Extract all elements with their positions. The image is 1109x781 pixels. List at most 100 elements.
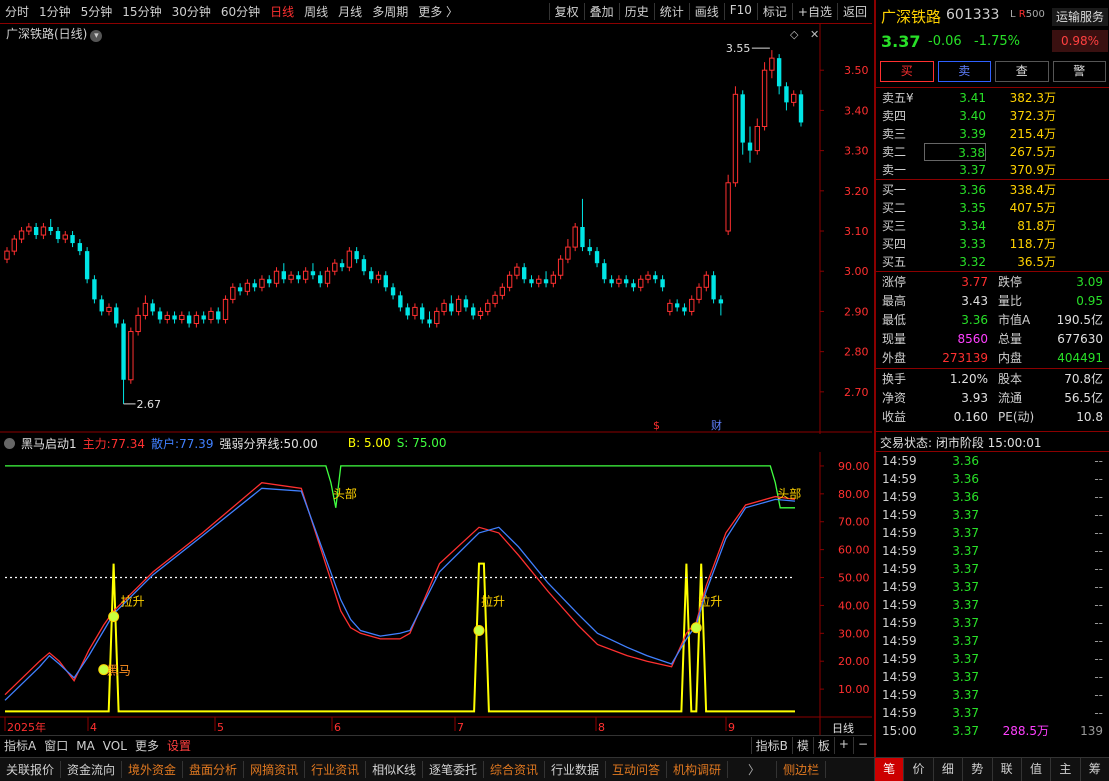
indicator-tick-label: 40.00: [838, 599, 870, 612]
more-tab[interactable]: 更多: [131, 737, 163, 754]
zoom-in-button[interactable]: +: [833, 737, 853, 754]
period-5[interactable]: 30分钟: [167, 3, 216, 20]
status-item-orders[interactable]: 逐笔委托: [423, 761, 484, 778]
period-weekly[interactable]: 周线: [299, 3, 333, 20]
candle-body-down: [543, 279, 549, 284]
zoom-out-button[interactable]: −: [852, 737, 872, 754]
tab-ticks[interactable]: 笔: [874, 758, 904, 781]
buy-orders: 买一 3.36 338.4万 买二 3.35 407.5万 买三 3.34 81.8万 买四…: [876, 181, 1109, 271]
status-item-news[interactable]: 综合资讯: [484, 761, 545, 778]
order-row[interactable]: 卖五¥ 3.41 382.3万: [876, 89, 1109, 107]
period-4[interactable]: 15分钟: [117, 3, 166, 20]
ma-tab[interactable]: MA: [72, 739, 99, 753]
order-row[interactable]: 买四 3.33 118.7万: [876, 235, 1109, 253]
status-item-industry[interactable]: 行业资讯: [305, 761, 367, 778]
series-line-b-signal: [5, 562, 795, 713]
indicator-menu-icon[interactable]: [4, 437, 15, 449]
sector-button[interactable]: 运输服务: [1052, 8, 1108, 26]
retail-value: 77.39: [179, 436, 214, 451]
indicator-chart[interactable]: 90.00 80.00 70.00 60.00 50.00 40.00 30.00 20.00…: [0, 452, 872, 735]
tick-price: 3.37: [952, 580, 979, 594]
tick-count: --: [1094, 526, 1103, 540]
tick-count: --: [1094, 580, 1103, 594]
status-item-quote[interactable]: 关联报价: [0, 761, 62, 778]
buy-button[interactable]: 买: [880, 61, 934, 82]
query-button[interactable]: 查: [995, 61, 1049, 82]
order-row[interactable]: 卖二 3.38 267.5万: [876, 143, 1109, 161]
period-3[interactable]: 5分钟: [76, 3, 118, 20]
history-button[interactable]: 历史: [618, 3, 654, 20]
candle-body-down: [121, 323, 126, 380]
stats-button[interactable]: 统计: [653, 3, 689, 20]
order-row[interactable]: 卖三 3.39 215.4万: [876, 125, 1109, 143]
f10-button[interactable]: F10: [723, 3, 757, 20]
tab-chips[interactable]: 筹: [1079, 758, 1109, 781]
tab-main[interactable]: 主: [1050, 758, 1079, 781]
candle-body-down: [369, 271, 374, 280]
tab-trend[interactable]: 势: [962, 758, 991, 781]
adjust-button[interactable]: 复权: [548, 3, 584, 20]
alert-button[interactable]: 警: [1052, 61, 1106, 82]
order-row[interactable]: 买五 3.32 36.5万: [876, 253, 1109, 271]
status-item-research[interactable]: 机构调研: [667, 761, 729, 778]
draw-button[interactable]: 画线: [688, 3, 724, 20]
candle-body-up: [557, 258, 564, 276]
back-button[interactable]: 返回: [836, 3, 872, 20]
tick-list[interactable]: 14:59 3.36 -- 14:59 3.36 -- 14:59 3.36 -- 14:59 3.…: [876, 452, 1109, 740]
sidebar-button[interactable]: 侧边栏: [776, 761, 827, 778]
settings-tab[interactable]: 设置: [163, 737, 195, 754]
template-tab[interactable]: 模: [791, 737, 813, 754]
period-more[interactable]: 更多 〉: [413, 3, 463, 20]
status-item-qa[interactable]: 互动问答: [606, 761, 668, 778]
window-tab[interactable]: 窗口: [40, 737, 72, 754]
period-6[interactable]: 60分钟: [216, 3, 265, 20]
stat-value: 70.8亿: [1064, 372, 1103, 386]
candle-body-up: [667, 302, 673, 312]
period-daily[interactable]: 日线: [265, 3, 299, 20]
status-item-foreign[interactable]: 境外资金: [122, 761, 184, 778]
order-row[interactable]: 买三 3.34 81.8万: [876, 217, 1109, 235]
candle-body-down: [653, 275, 658, 280]
indicator-name[interactable]: 黑马启动1: [21, 435, 77, 452]
s-value: 75.00: [412, 436, 447, 450]
status-item-industry-data[interactable]: 行业数据: [545, 761, 607, 778]
status-item-similar-k[interactable]: 相似K线: [366, 761, 423, 778]
period-multi[interactable]: 多周期: [367, 3, 413, 20]
chevron-right-icon[interactable]: 〉: [742, 761, 766, 778]
yen-icon: ¥: [906, 91, 914, 105]
period-monthly[interactable]: 月线: [333, 3, 367, 20]
stat-label: 最低: [882, 313, 907, 327]
candle-body-down: [427, 319, 432, 324]
order-row[interactable]: 买一 3.36 338.4万: [876, 181, 1109, 199]
vol-tab[interactable]: VOL: [99, 739, 131, 753]
status-item-netnews[interactable]: 网摘资讯: [244, 761, 306, 778]
dividend-marker: $: [653, 419, 660, 432]
mark-button[interactable]: 标记: [756, 3, 792, 20]
lasheng-label: 拉升: [481, 593, 505, 608]
indicator-b-tab[interactable]: 指标B: [750, 737, 792, 754]
indicator-a-tab[interactable]: 指标A: [0, 737, 40, 754]
candle-body-up: [18, 230, 25, 240]
tab-detail[interactable]: 细: [932, 758, 962, 781]
status-item-fundflow[interactable]: 资金流向: [61, 761, 123, 778]
order-row[interactable]: 卖一 3.37 370.9万: [876, 161, 1109, 179]
overlay-button[interactable]: 叠加: [583, 3, 619, 20]
stat-value: 190.5亿: [1056, 313, 1103, 327]
tick-count: 139: [1080, 724, 1103, 738]
period-2[interactable]: 1分钟: [34, 3, 76, 20]
order-row[interactable]: 买二 3.35 407.5万: [876, 199, 1109, 217]
status-item-analysis[interactable]: 盘面分析: [183, 761, 245, 778]
board-tab[interactable]: 板: [812, 737, 834, 754]
candle-body-down: [594, 251, 600, 264]
candle-body-down: [33, 227, 39, 236]
sell-button[interactable]: 卖: [937, 61, 991, 82]
tab-price[interactable]: 价: [903, 758, 932, 781]
add-watchlist-button[interactable]: +自选: [791, 3, 837, 20]
stat-label: 外盘: [882, 351, 907, 365]
tab-related[interactable]: 联: [991, 758, 1021, 781]
period-1[interactable]: 分时: [0, 3, 34, 20]
order-row[interactable]: 卖四 3.40 372.3万: [876, 107, 1109, 125]
tab-value[interactable]: 值: [1020, 758, 1050, 781]
candle-body-up: [40, 226, 47, 236]
candlestick-chart[interactable]: 3.50 3.40 3.30 3.20 3.10 3.00 2.90 2.80 2.70 3.5…: [0, 24, 872, 434]
